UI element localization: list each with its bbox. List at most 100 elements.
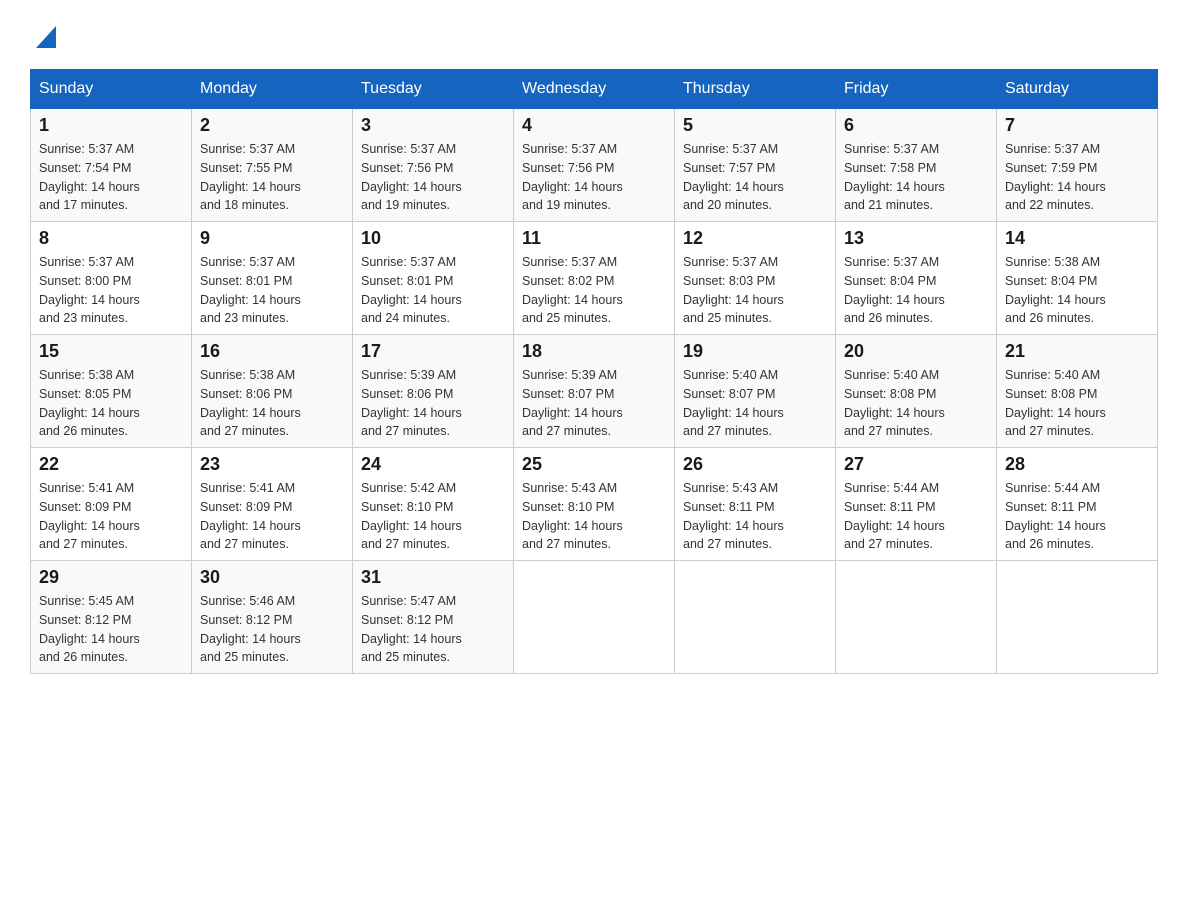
day-info: Sunrise: 5:40 AMSunset: 8:08 PMDaylight:… xyxy=(1005,366,1149,441)
calendar-cell: 10Sunrise: 5:37 AMSunset: 8:01 PMDayligh… xyxy=(353,222,514,335)
calendar-cell: 22 Sunrise: 5:41 AMSunset: 8:09 PMDayligh… xyxy=(31,448,192,561)
day-number: 2 xyxy=(200,115,344,136)
day-info: Sunrise: 5:44 AMSunset: 8:11 PMDaylight:… xyxy=(844,479,988,554)
day-info: Sunrise: 5:43 AMSunset: 8:10 PMDaylight:… xyxy=(522,479,666,554)
day-number: 17 xyxy=(361,341,505,362)
calendar-cell: 7 Sunrise: 5:37 AMSunset: 7:59 PMDaylight… xyxy=(997,109,1158,222)
day-number: 15 xyxy=(39,341,183,362)
day-number: 1 xyxy=(39,115,183,136)
calendar-cell: 17 Sunrise: 5:39 AMSunset: 8:06 PMDayligh… xyxy=(353,335,514,448)
calendar-cell: 3 Sunrise: 5:37 AMSunset: 7:56 PMDaylight… xyxy=(353,109,514,222)
day-info: Sunrise: 5:37 AMSunset: 7:59 PMDaylight:… xyxy=(1005,140,1149,215)
day-number: 12 xyxy=(683,228,827,249)
calendar-cell: 13 Sunrise: 5:37 AMSunset: 8:04 PMDayligh… xyxy=(836,222,997,335)
calendar-cell: 28 Sunrise: 5:44 AMSunset: 8:11 PMDayligh… xyxy=(997,448,1158,561)
day-number: 29 xyxy=(39,567,183,588)
calendar-cell xyxy=(836,561,997,674)
calendar-week-5: 29 Sunrise: 5:45 AMSunset: 8:12 PMDayligh… xyxy=(31,561,1158,674)
day-number: 5 xyxy=(683,115,827,136)
day-number: 16 xyxy=(200,341,344,362)
header-wednesday: Wednesday xyxy=(514,70,675,109)
day-number: 3 xyxy=(361,115,505,136)
calendar-cell: 26 Sunrise: 5:43 AMSunset: 8:11 PMDayligh… xyxy=(675,448,836,561)
calendar-cell: 16 Sunrise: 5:38 AMSunset: 8:06 PMDayligh… xyxy=(192,335,353,448)
calendar-week-2: 8 Sunrise: 5:37 AMSunset: 8:00 PMDaylight… xyxy=(31,222,1158,335)
header-saturday: Saturday xyxy=(997,70,1158,109)
day-number: 21 xyxy=(1005,341,1149,362)
calendar-cell: 2 Sunrise: 5:37 AMSunset: 7:55 PMDaylight… xyxy=(192,109,353,222)
calendar-table: SundayMondayTuesdayWednesdayThursdayFrid… xyxy=(30,69,1158,674)
day-info: Sunrise: 5:44 AMSunset: 8:11 PMDaylight:… xyxy=(1005,479,1149,554)
day-info: Sunrise: 5:37 AMSunset: 7:55 PMDaylight:… xyxy=(200,140,344,215)
day-info: Sunrise: 5:40 AMSunset: 8:08 PMDaylight:… xyxy=(844,366,988,441)
calendar-cell: 24Sunrise: 5:42 AMSunset: 8:10 PMDayligh… xyxy=(353,448,514,561)
day-number: 26 xyxy=(683,454,827,475)
header-tuesday: Tuesday xyxy=(353,70,514,109)
calendar-header-row: SundayMondayTuesdayWednesdayThursdayFrid… xyxy=(31,70,1158,109)
calendar-cell: 4Sunrise: 5:37 AMSunset: 7:56 PMDaylight… xyxy=(514,109,675,222)
day-number: 31 xyxy=(361,567,505,588)
day-number: 8 xyxy=(39,228,183,249)
calendar-cell: 31 Sunrise: 5:47 AMSunset: 8:12 PMDayligh… xyxy=(353,561,514,674)
day-info: Sunrise: 5:39 AMSunset: 8:06 PMDaylight:… xyxy=(361,366,505,441)
day-number: 19 xyxy=(683,341,827,362)
day-number: 22 xyxy=(39,454,183,475)
calendar-cell: 29 Sunrise: 5:45 AMSunset: 8:12 PMDayligh… xyxy=(31,561,192,674)
day-info: Sunrise: 5:45 AMSunset: 8:12 PMDaylight:… xyxy=(39,592,183,667)
calendar-cell: 19 Sunrise: 5:40 AMSunset: 8:07 PMDayligh… xyxy=(675,335,836,448)
day-number: 4 xyxy=(522,115,666,136)
calendar-cell: 20 Sunrise: 5:40 AMSunset: 8:08 PMDayligh… xyxy=(836,335,997,448)
header-monday: Monday xyxy=(192,70,353,109)
day-info: Sunrise: 5:41 AMSunset: 8:09 PMDaylight:… xyxy=(39,479,183,554)
day-info: Sunrise: 5:38 AMSunset: 8:05 PMDaylight:… xyxy=(39,366,183,441)
calendar-cell: 6Sunrise: 5:37 AMSunset: 7:58 PMDaylight… xyxy=(836,109,997,222)
day-info: Sunrise: 5:37 AMSunset: 8:01 PMDaylight:… xyxy=(200,253,344,328)
day-number: 10 xyxy=(361,228,505,249)
day-number: 20 xyxy=(844,341,988,362)
calendar-cell: 21 Sunrise: 5:40 AMSunset: 8:08 PMDayligh… xyxy=(997,335,1158,448)
day-info: Sunrise: 5:37 AMSunset: 7:54 PMDaylight:… xyxy=(39,140,183,215)
header-friday: Friday xyxy=(836,70,997,109)
calendar-cell xyxy=(997,561,1158,674)
calendar-cell: 30 Sunrise: 5:46 AMSunset: 8:12 PMDayligh… xyxy=(192,561,353,674)
day-info: Sunrise: 5:40 AMSunset: 8:07 PMDaylight:… xyxy=(683,366,827,441)
calendar-cell: 14Sunrise: 5:38 AMSunset: 8:04 PMDayligh… xyxy=(997,222,1158,335)
day-number: 27 xyxy=(844,454,988,475)
header-sunday: Sunday xyxy=(31,70,192,109)
logo-arrow-icon xyxy=(36,26,56,53)
day-info: Sunrise: 5:37 AMSunset: 8:02 PMDaylight:… xyxy=(522,253,666,328)
calendar-cell: 11Sunrise: 5:37 AMSunset: 8:02 PMDayligh… xyxy=(514,222,675,335)
day-number: 28 xyxy=(1005,454,1149,475)
calendar-cell: 9 Sunrise: 5:37 AMSunset: 8:01 PMDaylight… xyxy=(192,222,353,335)
calendar-week-1: 1 Sunrise: 5:37 AMSunset: 7:54 PMDaylight… xyxy=(31,109,1158,222)
day-info: Sunrise: 5:37 AMSunset: 8:04 PMDaylight:… xyxy=(844,253,988,328)
calendar-cell: 23 Sunrise: 5:41 AMSunset: 8:09 PMDayligh… xyxy=(192,448,353,561)
calendar-cell: 8 Sunrise: 5:37 AMSunset: 8:00 PMDaylight… xyxy=(31,222,192,335)
calendar-week-4: 22 Sunrise: 5:41 AMSunset: 8:09 PMDayligh… xyxy=(31,448,1158,561)
logo xyxy=(30,20,62,53)
day-info: Sunrise: 5:37 AMSunset: 7:56 PMDaylight:… xyxy=(361,140,505,215)
day-info: Sunrise: 5:37 AMSunset: 7:57 PMDaylight:… xyxy=(683,140,827,215)
day-number: 13 xyxy=(844,228,988,249)
day-info: Sunrise: 5:38 AMSunset: 8:04 PMDaylight:… xyxy=(1005,253,1149,328)
day-info: Sunrise: 5:41 AMSunset: 8:09 PMDaylight:… xyxy=(200,479,344,554)
day-number: 25 xyxy=(522,454,666,475)
day-number: 18 xyxy=(522,341,666,362)
day-info: Sunrise: 5:37 AMSunset: 8:00 PMDaylight:… xyxy=(39,253,183,328)
day-info: Sunrise: 5:43 AMSunset: 8:11 PMDaylight:… xyxy=(683,479,827,554)
calendar-cell: 1 Sunrise: 5:37 AMSunset: 7:54 PMDaylight… xyxy=(31,109,192,222)
day-number: 23 xyxy=(200,454,344,475)
calendar-cell: 5 Sunrise: 5:37 AMSunset: 7:57 PMDaylight… xyxy=(675,109,836,222)
day-info: Sunrise: 5:38 AMSunset: 8:06 PMDaylight:… xyxy=(200,366,344,441)
calendar-cell xyxy=(675,561,836,674)
calendar-week-3: 15 Sunrise: 5:38 AMSunset: 8:05 PMDayligh… xyxy=(31,335,1158,448)
day-number: 30 xyxy=(200,567,344,588)
calendar-cell: 15 Sunrise: 5:38 AMSunset: 8:05 PMDayligh… xyxy=(31,335,192,448)
day-number: 9 xyxy=(200,228,344,249)
day-number: 24 xyxy=(361,454,505,475)
day-number: 7 xyxy=(1005,115,1149,136)
day-info: Sunrise: 5:47 AMSunset: 8:12 PMDaylight:… xyxy=(361,592,505,667)
day-info: Sunrise: 5:46 AMSunset: 8:12 PMDaylight:… xyxy=(200,592,344,667)
header-thursday: Thursday xyxy=(675,70,836,109)
day-info: Sunrise: 5:37 AMSunset: 8:03 PMDaylight:… xyxy=(683,253,827,328)
